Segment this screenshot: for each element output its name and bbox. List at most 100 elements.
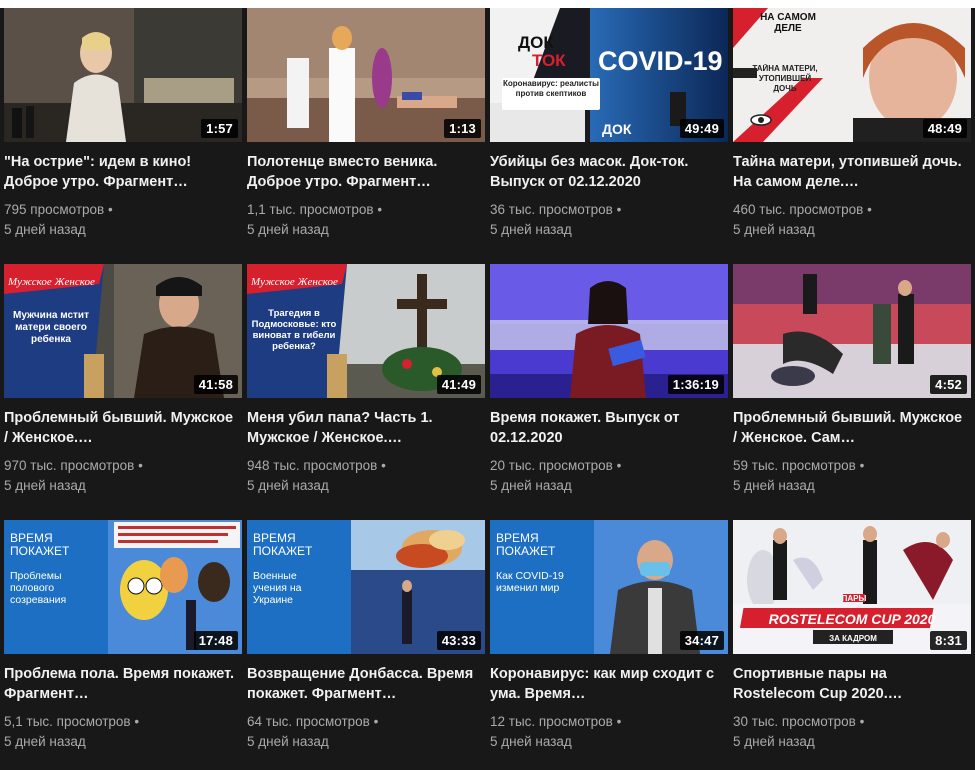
overlay-caption: ТАЙНА МАТЕРИ, УТОПИВШЕЙ ДОЧЬ bbox=[752, 64, 818, 93]
video-card[interactable]: ПАРЫ ROSTELECOM CUP 2020 ЗА КАДРОМ 8:31 … bbox=[733, 520, 971, 770]
video-card[interactable]: Мужское Женское Трагедия в Подмосковье: … bbox=[247, 264, 485, 514]
video-meta: 36 тыс. просмотров • 5 дней назад bbox=[490, 200, 621, 240]
video-thumbnail[interactable]: 1:57 bbox=[4, 8, 242, 142]
video-duration: 34:47 bbox=[679, 631, 724, 650]
video-thumbnail[interactable]: НА САМОМ ДЕЛЕ ТАЙНА МАТЕРИ, УТОПИВШЕЙ ДО… bbox=[733, 8, 971, 142]
video-thumbnail[interactable]: ВРЕМЯ ПОКАЖЕТ Как COVID-19 изменил мир 3… bbox=[490, 520, 728, 654]
overlay-headline: COVID-19 bbox=[598, 46, 723, 76]
upload-age: 5 дней назад bbox=[733, 222, 815, 237]
overlay-brand: Мужское Женское bbox=[8, 276, 95, 288]
video-thumbnail[interactable]: ПАРЫ ROSTELECOM CUP 2020 ЗА КАДРОМ 8:31 bbox=[733, 520, 971, 654]
video-meta: 795 просмотров • 5 дней назад bbox=[4, 200, 113, 240]
video-duration: 43:33 bbox=[436, 631, 481, 650]
video-title[interactable]: Проблемный бывший. Мужское / Женское. Са… bbox=[733, 408, 969, 448]
video-card[interactable]: 1:13 Полотенце вместо веника. Доброе утр… bbox=[247, 8, 485, 258]
video-meta: 20 тыс. просмотров • 5 дней назад bbox=[490, 456, 621, 496]
video-duration: 1:36:19 bbox=[667, 375, 724, 394]
upload-age: 5 дней назад bbox=[490, 734, 572, 749]
video-duration: 1:13 bbox=[444, 119, 481, 138]
video-title[interactable]: Коронавирус: как мир сходит с ума. Время… bbox=[490, 664, 726, 704]
upload-age: 5 дней назад bbox=[490, 222, 572, 237]
overlay-brand: ВРЕМЯ ПОКАЖЕТ bbox=[253, 532, 313, 558]
video-card[interactable]: ВРЕМЯ ПОКАЖЕТ Военные учения на Украине … bbox=[247, 520, 485, 770]
video-card[interactable]: ДОК ТОК COVID-19 Коронавирус: реалисты п… bbox=[490, 8, 728, 258]
view-count: 64 тыс. просмотров • bbox=[247, 714, 379, 729]
overlay-brand-bottom: ТОК bbox=[532, 51, 566, 70]
view-count: 59 тыс. просмотров • bbox=[733, 458, 865, 473]
overlay-headline: ROSTELECOM CUP 2020 bbox=[769, 611, 936, 627]
video-title[interactable]: Проблемный бывший. Мужское / Женское.… bbox=[4, 408, 240, 448]
overlay-brand: ВРЕМЯ ПОКАЖЕТ bbox=[496, 532, 556, 558]
video-card[interactable]: 1:36:19 Время покажет. Выпуск от 02.12.2… bbox=[490, 264, 728, 514]
video-card[interactable]: 1:57 "На острие": идем в кино! Доброе ут… bbox=[4, 8, 242, 258]
upload-age: 5 дней назад bbox=[490, 478, 572, 493]
video-title[interactable]: Меня убил папа? Часть 1. Мужское / Женск… bbox=[247, 408, 483, 448]
overlay-brand-top: ДОК bbox=[518, 33, 554, 52]
top-edge bbox=[0, 0, 975, 8]
video-meta: 5,1 тыс. просмотров • 5 дней назад bbox=[4, 712, 139, 752]
overlay-caption: Военные учения на Украине bbox=[253, 570, 302, 606]
view-count: 948 тыс. просмотров • bbox=[247, 458, 386, 473]
video-title[interactable]: Проблема пола. Время покажет. Фрагмент… bbox=[4, 664, 240, 704]
video-card[interactable]: ВРЕМЯ ПОКАЖЕТ Как COVID-19 изменил мир 3… bbox=[490, 520, 728, 770]
video-duration: 8:31 bbox=[930, 631, 967, 650]
overlay-brand: ПАРЫ bbox=[842, 594, 867, 603]
video-meta: 1,1 тыс. просмотров • 5 дней назад bbox=[247, 200, 382, 240]
video-title[interactable]: "На острие": идем в кино! Доброе утро. Ф… bbox=[4, 152, 240, 192]
video-meta: 12 тыс. просмотров • 5 дней назад bbox=[490, 712, 621, 752]
video-duration: 1:57 bbox=[201, 119, 238, 138]
video-card[interactable]: НА САМОМ ДЕЛЕ ТАЙНА МАТЕРИ, УТОПИВШЕЙ ДО… bbox=[733, 8, 971, 258]
video-thumbnail[interactable]: 1:13 bbox=[247, 8, 485, 142]
video-card[interactable]: 4:52 Проблемный бывший. Мужское / Женско… bbox=[733, 264, 971, 514]
video-duration: 48:49 bbox=[922, 119, 967, 138]
video-thumbnail[interactable]: ВРЕМЯ ПОКАЖЕТ Проблемы полового созреван… bbox=[4, 520, 242, 654]
video-title[interactable]: Спортивные пары на Rostelecom Cup 2020.… bbox=[733, 664, 969, 704]
video-duration: 17:48 bbox=[193, 631, 238, 650]
video-meta: 460 тыс. просмотров • 5 дней назад bbox=[733, 200, 872, 240]
upload-age: 5 дней назад bbox=[733, 478, 815, 493]
upload-age: 5 дней назад bbox=[247, 734, 329, 749]
upload-age: 5 дней назад bbox=[247, 478, 329, 493]
video-meta: 59 тыс. просмотров • 5 дней назад bbox=[733, 456, 864, 496]
view-count: 460 тыс. просмотров • bbox=[733, 202, 872, 217]
video-thumbnail[interactable]: 4:52 bbox=[733, 264, 971, 398]
video-meta: 948 тыс. просмотров • 5 дней назад bbox=[247, 456, 386, 496]
video-title[interactable]: Убийцы без масок. Док-ток. Выпуск от 02.… bbox=[490, 152, 726, 192]
video-duration: 41:49 bbox=[436, 375, 481, 394]
view-count: 5,1 тыс. просмотров • bbox=[4, 714, 140, 729]
video-meta: 64 тыс. просмотров • 5 дней назад bbox=[247, 712, 378, 752]
video-meta: 970 тыс. просмотров • 5 дней назад bbox=[4, 456, 143, 496]
video-thumbnail[interactable]: Мужское Женское Мужчина мстит матери сво… bbox=[4, 264, 242, 398]
view-count: 12 тыс. просмотров • bbox=[490, 714, 622, 729]
video-title[interactable]: Тайна матери, утопившей дочь. На самом д… bbox=[733, 152, 969, 192]
overlay-caption: Трагедия в Подмосковье: кто виноват в ги… bbox=[251, 308, 337, 352]
video-thumbnail[interactable]: ВРЕМЯ ПОКАЖЕТ Военные учения на Украине … bbox=[247, 520, 485, 654]
video-card[interactable]: Мужское Женское Мужчина мстит матери сво… bbox=[4, 264, 242, 514]
video-thumbnail[interactable]: 1:36:19 bbox=[490, 264, 728, 398]
overlay-caption: Как COVID-19 изменил мир bbox=[496, 570, 564, 594]
overlay-caption: Коронавирус: реалисты против скептиков bbox=[502, 79, 599, 98]
video-duration: 49:49 bbox=[679, 119, 724, 138]
upload-age: 5 дней назад bbox=[247, 222, 329, 237]
video-title[interactable]: Время покажет. Выпуск от 02.12.2020 bbox=[490, 408, 726, 448]
video-title[interactable]: Полотенце вместо веника. Доброе утро. Фр… bbox=[247, 152, 483, 192]
video-thumbnail[interactable]: Мужское Женское Трагедия в Подмосковье: … bbox=[247, 264, 485, 398]
video-title[interactable]: Возвращение Донбасса. Время покажет. Фра… bbox=[247, 664, 483, 704]
overlay-caption: Проблемы полового созревания bbox=[10, 570, 67, 606]
view-count: 970 тыс. просмотров • bbox=[4, 458, 143, 473]
view-count: 20 тыс. просмотров • bbox=[490, 458, 622, 473]
overlay-brand: Мужское Женское bbox=[251, 276, 338, 288]
video-meta: 30 тыс. просмотров • 5 дней назад bbox=[733, 712, 864, 752]
view-count: 1,1 тыс. просмотров • bbox=[247, 202, 383, 217]
video-card[interactable]: ВРЕМЯ ПОКАЖЕТ Проблемы полового созреван… bbox=[4, 520, 242, 770]
video-duration: 41:58 bbox=[193, 375, 238, 394]
overlay-brand: НА САМОМ ДЕЛЕ bbox=[760, 12, 816, 34]
video-thumbnail[interactable]: ДОК ТОК COVID-19 Коронавирус: реалисты п… bbox=[490, 8, 728, 142]
upload-age: 5 дней назад bbox=[4, 734, 86, 749]
view-count: 795 просмотров • bbox=[4, 202, 113, 217]
video-duration: 4:52 bbox=[930, 375, 967, 394]
upload-age: 5 дней назад bbox=[733, 734, 815, 749]
upload-age: 5 дней назад bbox=[4, 478, 86, 493]
overlay-caption: ЗА КАДРОМ bbox=[829, 634, 877, 643]
overlay-caption: Мужчина мстит матери своего ребенка bbox=[13, 310, 89, 345]
